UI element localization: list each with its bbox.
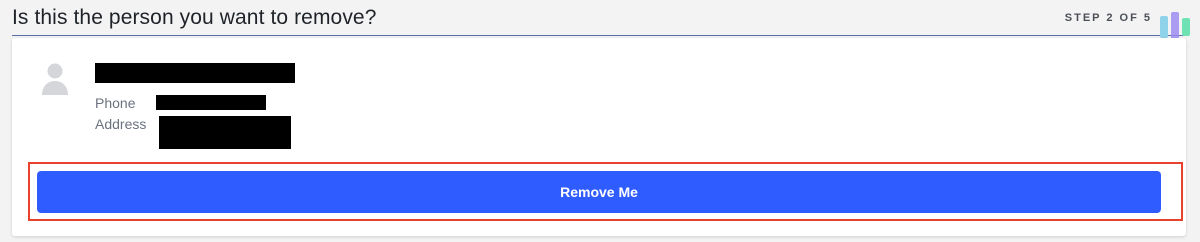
address-label: Address [95,116,147,132]
step-indicator: STEP 2 OF 5 [1064,12,1152,24]
redacted-phone [156,95,266,110]
redacted-name [95,63,295,83]
remove-me-button[interactable]: Remove Me [37,171,1161,213]
page-header: Is this the person you want to remove? S… [0,0,1200,42]
phone-label: Phone [95,95,136,111]
person-card: Phone Address Remove Me [12,38,1186,236]
user-avatar-icon [42,63,68,95]
title-divider [12,35,1186,36]
page-title: Is this the person you want to remove? [12,6,377,29]
redacted-address [159,116,291,149]
